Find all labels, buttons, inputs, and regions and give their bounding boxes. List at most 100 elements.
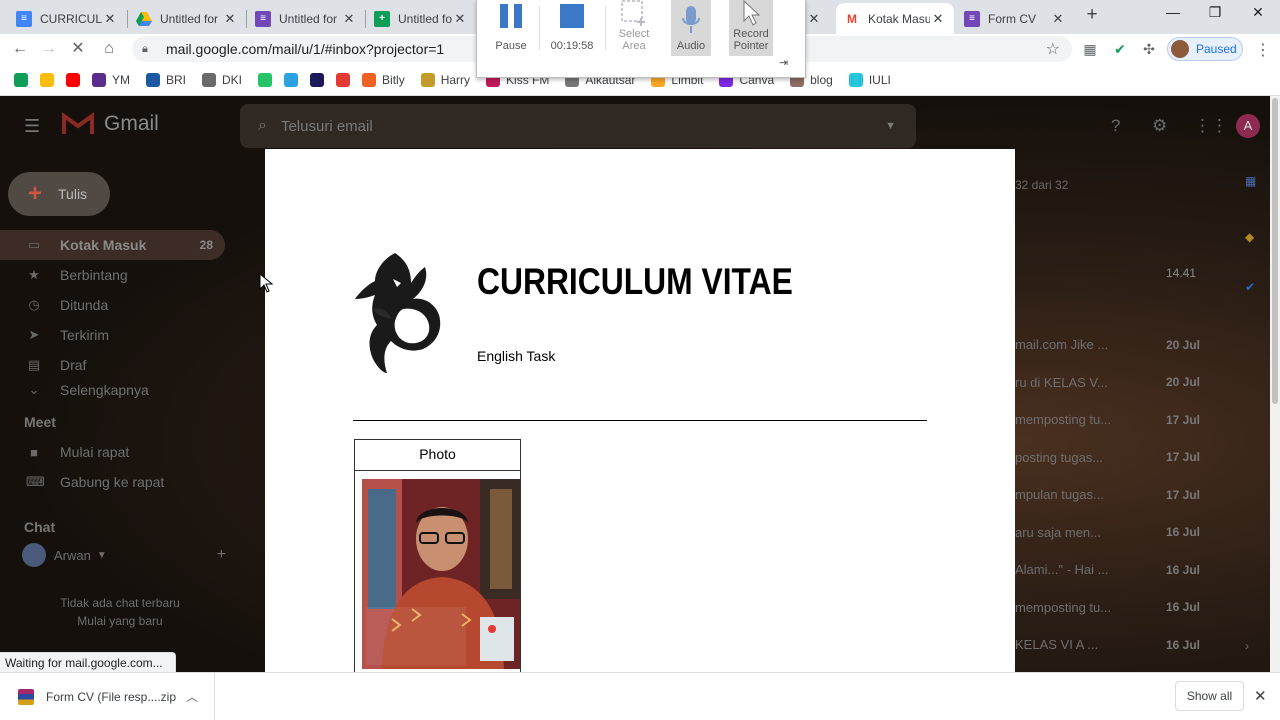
email-row[interactable]: aru saja men... 16 Jul <box>1015 514 1200 551</box>
chat-start-link[interactable]: Mulai yang baru <box>40 612 200 630</box>
search-icon[interactable]: ⌕ <box>258 117 267 135</box>
main-menu-icon[interactable]: ☰ <box>24 116 40 137</box>
stop-loading-icon[interactable]: ✕ <box>67 38 89 60</box>
minimize-icon[interactable]: — <box>1158 4 1188 24</box>
pin-icon[interactable]: ⇥ <box>779 56 788 69</box>
close-tab-icon[interactable]: ✕ <box>222 11 238 27</box>
select-area-label: Select Area <box>618 28 650 52</box>
pause-icon <box>500 4 522 28</box>
tab-kotak-masuk[interactable]: M Kotak Masu ✕ <box>836 3 954 34</box>
cv-title: CURRICULUM VITAE <box>477 261 793 302</box>
email-row[interactable]: mail.com Jike ... 20 Jul <box>1015 326 1200 363</box>
tab-curriculum[interactable]: ≡ CURRICULU ✕ <box>8 3 126 34</box>
search-options-icon[interactable]: ▼ <box>885 120 896 132</box>
close-shelf-icon[interactable]: ✕ <box>1254 687 1267 705</box>
close-tab-icon[interactable]: ✕ <box>341 11 357 27</box>
bookmark-item[interactable] <box>284 72 304 87</box>
nav-drafts[interactable]: ▤ Draf <box>0 350 225 380</box>
audio-button[interactable]: Audio <box>671 0 711 56</box>
nav-inbox[interactable]: ▭ Kotak Masuk 28 <box>0 230 225 260</box>
close-window-icon[interactable]: ✕ <box>1243 4 1273 24</box>
mail-search-input[interactable]: ⌕ Telusuri email ▼ <box>240 104 916 148</box>
close-tab-icon[interactable]: ✕ <box>930 11 946 27</box>
show-all-button[interactable]: Show all <box>1175 681 1244 711</box>
bookmark-item[interactable] <box>14 72 34 87</box>
nav-more[interactable]: ⌄ Selengkapnya <box>0 380 225 400</box>
url-text[interactable]: mail.google.com/mail/u/1/#inbox?projecto… <box>166 41 444 57</box>
record-pointer-button[interactable]: Record Pointer <box>729 0 773 56</box>
tab-untitled-form-1[interactable]: Untitled for ✕ <box>128 3 246 34</box>
stop-button[interactable]: 00:19:58 <box>547 0 597 56</box>
bookmark-item[interactable]: DKI <box>202 72 242 87</box>
email-row[interactable]: memposting tu... 17 Jul <box>1015 401 1200 438</box>
tab-untitled-form-3[interactable]: + Untitled for ✕ <box>366 3 476 34</box>
forward-icon[interactable]: → <box>38 38 60 60</box>
tab-title: Kotak Masu <box>868 11 930 26</box>
email-row[interactable]: Alami..." - Hai ... 16 Jul <box>1015 551 1200 588</box>
email-row[interactable]: KELAS VI A ... 16 Jul <box>1015 626 1200 663</box>
chat-user[interactable]: Arwan ▼ + <box>22 543 226 567</box>
email-row[interactable]: posting tugas... 17 Jul <box>1015 439 1200 476</box>
pause-button[interactable]: Pause <box>491 0 531 56</box>
chrome-menu-icon[interactable]: ⋮ <box>1255 40 1271 60</box>
bookmark-item[interactable] <box>310 72 330 87</box>
bookmark-item[interactable]: Harry <box>420 72 470 87</box>
meet-start[interactable]: ■ Mulai rapat <box>0 437 225 467</box>
close-tab-icon[interactable]: ✕ <box>102 11 118 27</box>
bookmark-label: IULI <box>868 72 891 87</box>
keep-icon[interactable]: ◆ <box>1245 230 1254 244</box>
close-tab-icon[interactable]: ✕ <box>806 11 822 27</box>
home-icon[interactable]: ⌂ <box>98 38 120 60</box>
qr-code-icon[interactable]: ▦ <box>1081 40 1099 58</box>
gmail-logo[interactable]: Gmail <box>62 112 159 136</box>
grammar-check-icon[interactable]: ✔ <box>1111 40 1129 58</box>
nav-sent[interactable]: ➤ Terkirim <box>0 320 225 350</box>
nav-starred[interactable]: ★ Berbintang <box>0 260 225 290</box>
forms-icon: ≡ <box>255 10 271 27</box>
meet-join[interactable]: ⌨ Gabung ke rapat <box>0 467 225 497</box>
tab-hidden[interactable]: ✕ <box>806 3 832 34</box>
inbox-icon: ▭ <box>27 237 41 252</box>
maximize-icon[interactable]: ❐ <box>1200 4 1230 24</box>
bookmark-item[interactable]: YM <box>92 72 130 87</box>
profile-paused-button[interactable]: Paused <box>1167 37 1243 61</box>
chat-user-avatar <box>22 543 46 567</box>
side-panel-expand-icon[interactable]: › <box>1245 639 1249 653</box>
bookmark-item[interactable]: BRI <box>146 72 186 87</box>
calendar-icon[interactable]: ▦ <box>1245 174 1256 188</box>
chevron-up-icon[interactable]: ︿ <box>186 688 198 705</box>
tasks-icon[interactable]: ✔ <box>1245 280 1255 294</box>
email-row[interactable]: memposting tu... 16 Jul <box>1015 589 1200 626</box>
nav-snoozed[interactable]: ◷ Ditunda <box>0 290 225 320</box>
email-time: 14.41 <box>1166 266 1197 280</box>
bookmark-item[interactable] <box>66 72 86 87</box>
back-icon[interactable]: ← <box>9 38 31 60</box>
compose-button[interactable]: + Tulis <box>8 172 110 216</box>
bookmark-item[interactable]: Bitly <box>362 72 405 87</box>
email-row[interactable]: ru di KELAS V... 20 Jul <box>1015 364 1200 401</box>
bookmark-item[interactable] <box>40 72 60 87</box>
apps-grid-icon[interactable]: ⋮⋮ <box>1194 116 1228 136</box>
email-snippet: aru saja men... <box>1015 524 1101 540</box>
bookmark-item[interactable]: IULI <box>848 72 891 87</box>
tab-title: Untitled for <box>160 11 219 26</box>
extensions-icon[interactable]: ✣ <box>1140 40 1158 58</box>
close-tab-icon[interactable]: ✕ <box>1050 11 1066 27</box>
new-chat-icon[interactable]: + <box>217 546 226 564</box>
select-area-button[interactable]: Select Area <box>613 0 655 56</box>
settings-gear-icon[interactable]: ⚙ <box>1152 116 1167 136</box>
bookmark-item[interactable] <box>258 72 278 87</box>
help-icon[interactable]: ? <box>1111 116 1120 136</box>
scrollbar-thumb[interactable] <box>1272 98 1278 404</box>
tab-form-cv[interactable]: ≡ Form CV ✕ <box>956 3 1074 34</box>
bookmark-item[interactable] <box>336 72 356 87</box>
new-tab-icon[interactable]: + <box>1082 5 1102 26</box>
download-item[interactable]: Form CV (File resp....zip ︿ <box>0 673 215 720</box>
tab-untitled-form-2[interactable]: ≡ Untitled for ✕ <box>247 3 365 34</box>
tab-title: CURRICULU <box>40 11 102 26</box>
page-scrollbar[interactable] <box>1270 96 1280 672</box>
close-tab-icon[interactable]: ✕ <box>452 11 468 27</box>
email-row[interactable]: mpulan tugas... 17 Jul <box>1015 476 1200 513</box>
account-avatar[interactable]: A <box>1236 114 1260 138</box>
bookmark-star-icon[interactable]: ☆ <box>1046 39 1060 59</box>
